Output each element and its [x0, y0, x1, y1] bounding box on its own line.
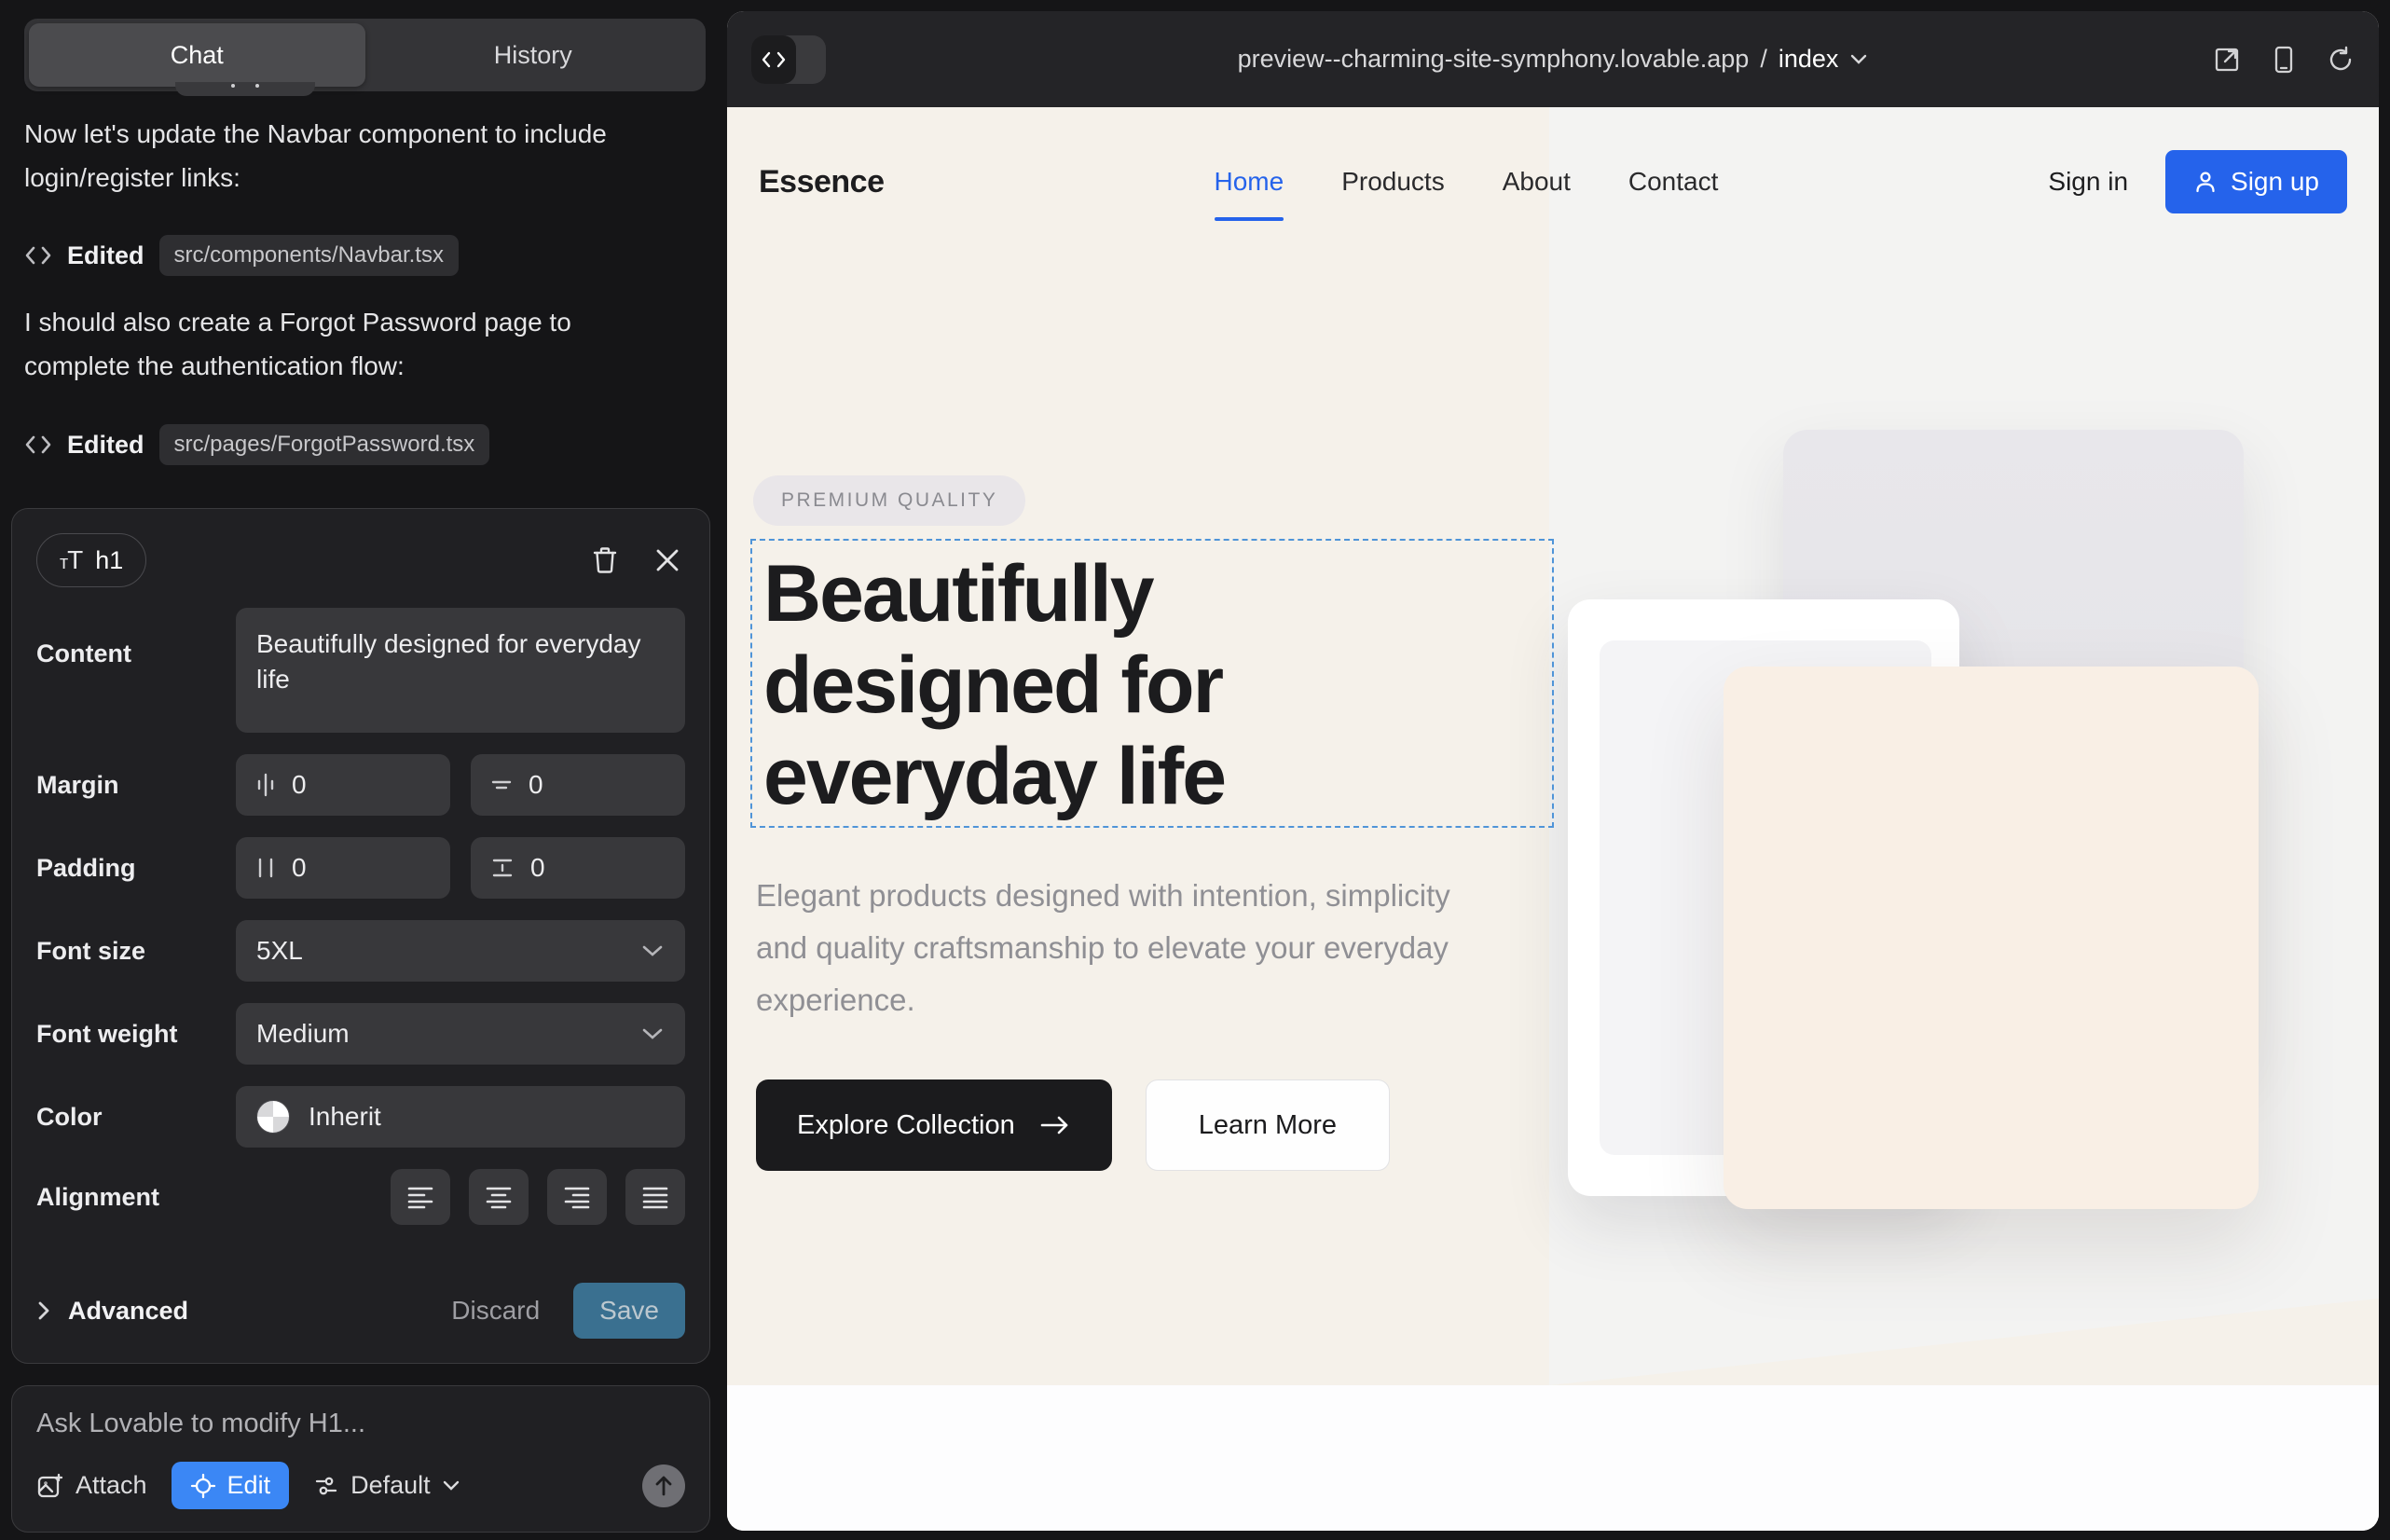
explore-collection-button[interactable]: Explore Collection — [756, 1079, 1112, 1171]
code-icon — [24, 243, 52, 268]
close-icon[interactable] — [655, 548, 680, 572]
lovable-sidebar: Chat History Now let's update the Navbar… — [0, 0, 724, 1540]
element-editor-panel: тT h1 Content Beautifully des — [11, 508, 710, 1364]
premium-badge: PREMIUM QUALITY — [753, 475, 1025, 526]
edited-label: Edited — [67, 431, 144, 460]
content-input[interactable]: Beautifully designed for everyday life — [236, 608, 685, 733]
tab-chat[interactable]: Chat — [29, 23, 365, 87]
rendered-site: Essence Home Products About Contact Sign… — [727, 107, 2379, 1531]
preview-window: preview--charming-site-symphony.lovable.… — [727, 11, 2379, 1531]
sign-up-button[interactable]: Sign up — [2165, 150, 2347, 213]
padding-y-input[interactable]: 0 — [471, 837, 685, 899]
chevron-down-icon — [442, 1479, 460, 1492]
attach-button[interactable]: Attach — [36, 1471, 147, 1500]
site-logo[interactable]: Essence — [759, 164, 885, 200]
align-right-icon — [563, 1185, 591, 1209]
code-icon — [24, 433, 52, 457]
chat-input-box: Ask Lovable to modify H1... Attach Edit … — [11, 1385, 710, 1533]
align-justify-icon — [641, 1185, 669, 1209]
hero-section: PREMIUM QUALITY Beautifully designed for… — [727, 107, 1566, 1531]
edited-file-row: Edited src/components/Navbar.tsx — [24, 235, 459, 276]
preview-url: preview--charming-site-symphony.lovable.… — [1238, 45, 1750, 74]
selected-h1-outline[interactable]: Beautifully designed for everyday life — [750, 539, 1554, 828]
open-external-button[interactable] — [2213, 46, 2241, 74]
selected-tag: h1 — [95, 546, 123, 575]
mode-dropdown[interactable]: Default — [313, 1471, 460, 1500]
route-name: index — [1779, 45, 1839, 74]
edited-label: Edited — [67, 241, 144, 270]
margin-x-icon — [254, 772, 277, 798]
padding-x-input[interactable]: 0 — [236, 837, 450, 899]
font-weight-label: Font weight — [36, 1020, 236, 1049]
code-view-icon[interactable] — [751, 35, 796, 84]
preview-toolbar: preview--charming-site-symphony.lovable.… — [727, 11, 2379, 107]
padding-y-icon — [489, 857, 515, 879]
align-left-button[interactable] — [391, 1169, 450, 1225]
chevron-down-icon — [640, 1026, 665, 1041]
chevron-down-icon — [640, 943, 665, 958]
nav-link-home[interactable]: Home — [1215, 167, 1284, 197]
save-button[interactable]: Save — [573, 1283, 685, 1339]
attach-image-icon — [36, 1472, 64, 1500]
code-preview-toggle[interactable] — [751, 35, 826, 84]
chat-input[interactable]: Ask Lovable to modify H1... — [36, 1409, 685, 1439]
hero-paragraph: Elegant products designed with intention… — [756, 870, 1502, 1026]
hero-card-cream — [1724, 667, 2259, 1209]
chevron-down-icon — [1849, 53, 1868, 65]
margin-y-input[interactable]: 0 — [471, 754, 685, 816]
chat-history-tabs: Chat History — [24, 19, 706, 91]
send-button[interactable] — [642, 1464, 685, 1507]
mobile-view-button[interactable] — [2273, 45, 2295, 75]
font-size-select[interactable]: 5XL — [236, 920, 685, 982]
refresh-button[interactable] — [2327, 46, 2355, 74]
align-right-button[interactable] — [547, 1169, 607, 1225]
edited-file-row: Edited src/pages/ForgotPassword.tsx — [24, 424, 489, 465]
text-type-icon: тT — [60, 545, 82, 575]
learn-more-button[interactable]: Learn More — [1146, 1079, 1390, 1171]
arrow-right-icon — [1039, 1114, 1071, 1136]
advanced-toggle[interactable]: Advanced — [36, 1297, 188, 1326]
padding-label: Padding — [36, 854, 236, 883]
font-weight-select[interactable]: Medium — [236, 1003, 685, 1065]
target-icon — [190, 1473, 216, 1499]
hero-heading: Beautifully designed for everyday life — [763, 548, 1552, 822]
margin-y-icon — [489, 774, 514, 796]
site-navbar: Essence Home Products About Contact Sign… — [727, 107, 2379, 256]
url-bar[interactable]: preview--charming-site-symphony.lovable.… — [1238, 45, 1869, 74]
nav-link-about[interactable]: About — [1503, 167, 1571, 197]
nav-link-products[interactable]: Products — [1341, 167, 1445, 197]
assistant-message: I should also create a Forgot Password p… — [24, 300, 639, 388]
tab-history[interactable]: History — [365, 23, 702, 87]
margin-label: Margin — [36, 771, 236, 800]
delete-element-icon[interactable] — [592, 546, 618, 574]
align-center-icon — [485, 1185, 513, 1209]
sign-in-link[interactable]: Sign in — [2048, 167, 2128, 197]
align-center-button[interactable] — [469, 1169, 529, 1225]
margin-x-input[interactable]: 0 — [236, 754, 450, 816]
font-size-label: Font size — [36, 937, 236, 966]
selected-element-pill[interactable]: тT h1 — [36, 533, 146, 587]
sliders-icon — [313, 1473, 339, 1499]
file-chip[interactable]: src/components/Navbar.tsx — [159, 235, 459, 276]
discard-button[interactable]: Discard — [451, 1296, 540, 1326]
color-label: Color — [36, 1103, 236, 1132]
chevron-right-icon — [36, 1299, 51, 1322]
arrow-up-icon — [653, 1475, 674, 1497]
content-label: Content — [36, 608, 236, 668]
assistant-message: Now let's update the Navbar component to… — [24, 112, 639, 199]
nav-link-contact[interactable]: Contact — [1628, 167, 1719, 197]
align-justify-button[interactable] — [625, 1169, 685, 1225]
padding-x-icon — [254, 855, 277, 881]
color-swatch — [256, 1100, 290, 1134]
file-chip[interactable]: src/pages/ForgotPassword.tsx — [159, 424, 490, 465]
alignment-label: Alignment — [36, 1183, 236, 1212]
scrolled-chip-partial — [175, 82, 315, 96]
align-left-icon — [406, 1185, 434, 1209]
edit-mode-button[interactable]: Edit — [172, 1462, 290, 1509]
color-select[interactable]: Inherit — [236, 1086, 685, 1148]
user-icon — [2193, 170, 2218, 194]
